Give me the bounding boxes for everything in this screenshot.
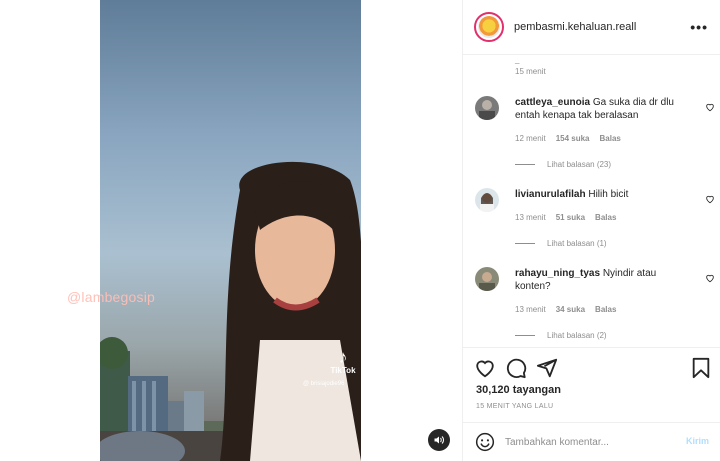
comment-input[interactable]	[505, 433, 665, 451]
watermark-text: @lambegosip	[67, 289, 156, 305]
comment-likes[interactable]: 51 suka	[556, 213, 585, 222]
comment-time: 13 menit	[515, 305, 546, 314]
speaker-icon	[434, 436, 444, 444]
emoji-icon[interactable]	[475, 432, 495, 452]
heart-icon[interactable]	[474, 357, 496, 379]
replies-divider	[515, 164, 535, 165]
tiktok-badge: ♪ TikTok	[326, 348, 360, 375]
person-figure	[220, 161, 361, 461]
comment-meta: 12 menit 154 suka Balas	[515, 134, 621, 143]
previous-comment-time: 15 menit	[515, 67, 546, 76]
tiktok-label: TikTok	[330, 366, 356, 375]
replies-divider	[515, 243, 535, 244]
comment-meta: 13 menit 51 suka Balas	[515, 213, 616, 222]
view-replies-button[interactable]: Lihat balasan (2)	[515, 331, 607, 340]
post-actions: 30,120 tayangan 15 MENIT YANG LALU	[463, 347, 720, 422]
comment-time: 13 menit	[515, 213, 546, 222]
view-replies-label: Lihat balasan (2)	[547, 331, 607, 340]
view-replies-button[interactable]: Lihat balasan (1)	[515, 239, 607, 248]
comment-time: 12 menit	[515, 134, 546, 143]
video-player[interactable]	[100, 0, 361, 461]
reply-button[interactable]: Balas	[600, 134, 621, 143]
view-replies-button[interactable]: Lihat balasan (23)	[515, 160, 611, 169]
media-pane: @lambegosip ♪ TikTok @ brisiajodie96	[0, 0, 462, 461]
tiktok-username: @ brisiajodie96	[303, 381, 345, 387]
tiktok-icon: ♪	[338, 347, 348, 367]
post-sidebar: pembasmi.kehaluan.reall ••• _ 15 menit c…	[462, 0, 720, 461]
like-heart-icon[interactable]	[705, 102, 715, 112]
comment-meta: 13 menit 34 suka Balas	[515, 305, 616, 314]
comment-likes[interactable]: 154 suka	[556, 134, 590, 143]
share-icon[interactable]	[536, 357, 558, 379]
commenter-avatar[interactable]	[475, 188, 499, 212]
bookmark-icon[interactable]	[690, 357, 712, 379]
comments-list: _ 15 menit cattleya_eunoia Ga suka dia d…	[463, 55, 720, 347]
post-header: pembasmi.kehaluan.reall •••	[463, 0, 720, 55]
instagram-post-modal: @lambegosip ♪ TikTok @ brisiajodie96 pem…	[0, 0, 720, 461]
like-heart-icon[interactable]	[705, 273, 715, 283]
comment-likes[interactable]: 34 suka	[556, 305, 585, 314]
comment-item: livianurulafilah Hilih bicit 13 menit 51…	[475, 188, 715, 253]
comment-body: livianurulafilah Hilih bicit	[515, 188, 690, 201]
post-timestamp[interactable]: 15 MENIT YANG LALU	[476, 403, 553, 410]
comment-text: Hilih bicit	[588, 189, 629, 200]
comment-item: rahayu_ning_tyas Nyindir atau konten? 13…	[475, 267, 715, 347]
add-comment-bar: Kirim	[463, 422, 720, 461]
view-replies-label: Lihat balasan (1)	[547, 239, 607, 248]
author-avatar[interactable]	[474, 12, 504, 42]
commenter-avatar[interactable]	[475, 267, 499, 291]
commenter-username[interactable]: rahayu_ning_tyas	[515, 268, 600, 279]
more-options-icon[interactable]: •••	[690, 19, 708, 35]
view-replies-label: Lihat balasan (23)	[547, 160, 612, 169]
comment-icon[interactable]	[505, 357, 527, 379]
post-comment-button[interactable]: Kirim	[686, 436, 709, 446]
reply-button[interactable]: Balas	[595, 213, 616, 222]
commenter-username[interactable]: livianurulafilah	[515, 189, 586, 200]
like-heart-icon[interactable]	[705, 194, 715, 204]
replies-divider	[515, 335, 535, 336]
view-count[interactable]: 30,120 tayangan	[476, 384, 561, 396]
commenter-username[interactable]: cattleya_eunoia	[515, 97, 590, 108]
mute-toggle-button[interactable]	[428, 429, 450, 451]
comment-body: rahayu_ning_tyas Nyindir atau konten?	[515, 267, 690, 293]
comment-item: cattleya_eunoia Ga suka dia dr dlu entah…	[475, 96, 715, 181]
comment-body: cattleya_eunoia Ga suka dia dr dlu entah…	[515, 96, 690, 122]
reply-button[interactable]: Balas	[595, 305, 616, 314]
author-username[interactable]: pembasmi.kehaluan.reall	[514, 21, 636, 33]
commenter-avatar[interactable]	[475, 96, 499, 120]
previous-comment-fragment: _	[515, 55, 520, 64]
